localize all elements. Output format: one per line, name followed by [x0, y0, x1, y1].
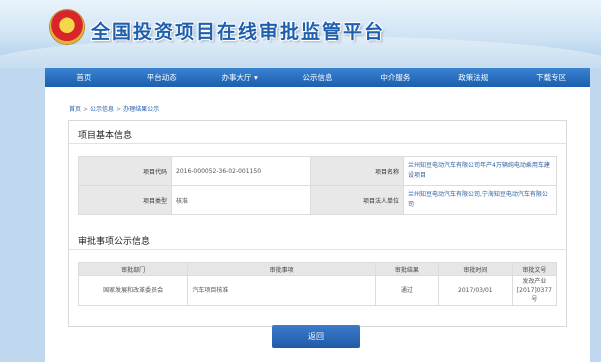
section-divider — [69, 249, 566, 250]
project-name-value: 兰州知豆电动汽车有限公司年产4万辆纯电动乘用车建设项目 — [403, 156, 557, 186]
section-divider — [69, 143, 566, 144]
approval-result-cell: 通过 — [374, 275, 439, 306]
nav-item-platform-news[interactable]: 平台动态 — [123, 68, 201, 87]
project-name-label: 项目名称 — [310, 156, 404, 186]
approval-header-doc: 审批文号 — [511, 262, 558, 276]
breadcrumb-current: 办理结果公示 — [123, 106, 160, 113]
approval-date-cell: 2017/03/01 — [437, 275, 513, 306]
project-info-title: 项目基本信息 — [78, 131, 133, 141]
breadcrumb: 首页 > 公示信息 > 办理结果公示 — [69, 104, 159, 113]
approval-doc-cell: 发改产业[2017]0377号 — [511, 275, 558, 306]
nav-item-home[interactable]: 首页 — [45, 68, 123, 87]
site-title: 全国投资项目在线审批监管平台 — [91, 21, 386, 43]
nav-item-policies[interactable]: 政策法规 — [434, 68, 512, 87]
approval-dept-cell: 国家发展和改革委员会 — [77, 275, 189, 306]
approval-header-item: 审批事项 — [187, 262, 376, 276]
main-content: 首页 > 公示信息 > 办理结果公示 项目基本信息 项目代码 2016-000052-3… — [45, 87, 590, 362]
project-code-label: 项目代码 — [78, 156, 172, 186]
main-nav: 首页 平台动态 办事大厅 ▾ 公示信息 中介服务 政策法规 下载专区 — [45, 68, 590, 87]
nav-item-service-hall[interactable]: 办事大厅 ▾ — [201, 68, 279, 87]
breadcrumb-separator: > — [83, 106, 89, 113]
project-owner-label: 项目法人单位 — [310, 185, 404, 215]
project-type-value: 核准 — [171, 185, 311, 215]
approval-item-cell: 汽车项目核准 — [187, 275, 376, 306]
nav-item-public-info[interactable]: 公示信息 — [279, 68, 357, 87]
table-row: 国家发展和改革委员会 汽车项目核准 通过 2017/03/01 发改产业[201… — [77, 275, 558, 306]
project-code-value: 2016-000052-36-02-001150 — [171, 156, 311, 186]
breadcrumb-separator: > — [116, 106, 122, 113]
national-emblem-icon: ★ — [50, 10, 84, 44]
back-button[interactable]: 返回 — [272, 325, 360, 348]
approval-header-date: 审批时间 — [437, 262, 513, 276]
nav-item-downloads[interactable]: 下载专区 — [512, 68, 590, 87]
approval-info-title: 审批事项公示信息 — [78, 237, 151, 247]
project-owner-value: 兰州知豆电动汽车有限公司,宁海知豆电动汽车有限公司 — [403, 185, 557, 215]
approval-table: 审批部门 审批事项 审批结果 审批时间 审批文号 国家发展和改革委员会 汽车项目… — [77, 262, 558, 306]
breadcrumb-home-link[interactable]: 首页 — [69, 106, 81, 113]
breadcrumb-public-info-link[interactable]: 公示信息 — [90, 106, 114, 113]
approval-header-dept: 审批部门 — [77, 262, 189, 276]
site-header: ★ 全国投资项目在线审批监管平台 — [0, 0, 601, 68]
nav-item-agency-services[interactable]: 中介服务 — [356, 68, 434, 87]
project-info-table: 项目代码 2016-000052-36-02-001150 项目名称 兰州知豆电… — [78, 156, 557, 215]
detail-panel: 项目基本信息 项目代码 2016-000052-36-02-001150 项目名… — [68, 120, 567, 327]
approval-header-result: 审批结果 — [374, 262, 439, 276]
project-type-label: 项目类型 — [78, 185, 172, 215]
